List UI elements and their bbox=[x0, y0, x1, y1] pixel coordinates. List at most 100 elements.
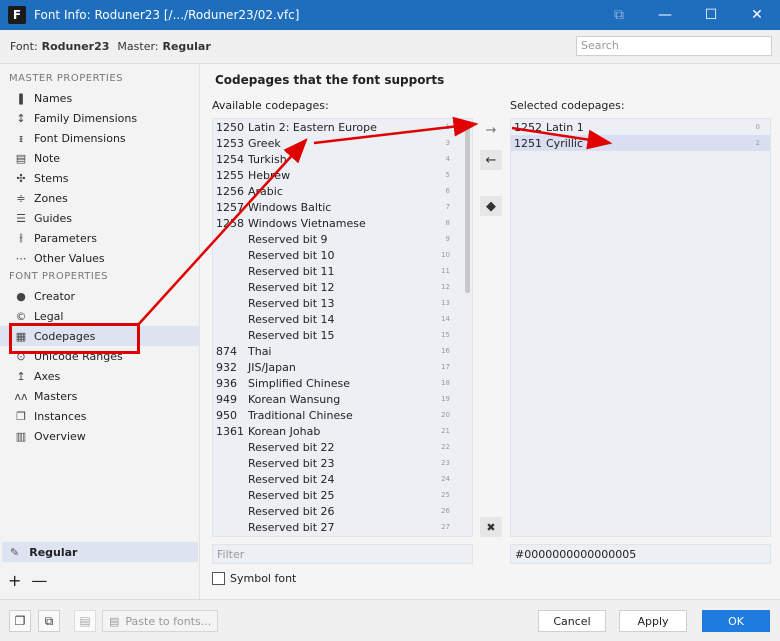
codepage-row[interactable]: 1256 Arabic 6 bbox=[213, 183, 472, 199]
codepage-bit: 1 bbox=[445, 123, 450, 131]
codepage-row[interactable]: 1257 Windows Baltic 7 bbox=[213, 199, 472, 215]
sidebar-item-zones[interactable]: ≑ Zones bbox=[0, 188, 199, 208]
codepage-bit: 17 bbox=[441, 363, 450, 371]
sidebar-item-label: Masters bbox=[34, 389, 78, 403]
masters-icon: ʌʌ bbox=[14, 389, 28, 403]
ok-button[interactable]: OK bbox=[702, 610, 770, 632]
sidebar-item-other-values[interactable]: ⋯ Other Values bbox=[0, 248, 199, 268]
codepage-bit: 25 bbox=[441, 491, 450, 499]
codepage-row[interactable]: 1254 Turkish 4 bbox=[213, 151, 472, 167]
codepage-row[interactable]: 1253 Greek 3 bbox=[213, 135, 472, 151]
codepage-name: Reserved bit 22 bbox=[248, 440, 335, 454]
codepage-hex-field[interactable]: #0000000000000005 bbox=[510, 544, 771, 564]
font-master-bar: Font: Roduner23 Master: Regular Search bbox=[0, 30, 780, 64]
codepage-row[interactable]: Reserved bit 14 14 bbox=[213, 311, 472, 327]
legal-icon: © bbox=[15, 309, 27, 323]
copy-all-icon[interactable]: ⧉ bbox=[38, 610, 60, 632]
sidebar-item-guides[interactable]: ☰ Guides bbox=[0, 208, 199, 228]
selected-codepages-list[interactable]: 1252 Latin 1 0 1251 Cyrillic 2 bbox=[510, 118, 771, 537]
codepage-code: 1254 bbox=[216, 152, 244, 166]
codepage-bit: 27 bbox=[441, 523, 450, 531]
codepage-code: 1253 bbox=[216, 136, 244, 150]
codepage-row[interactable]: Reserved bit 11 11 bbox=[213, 263, 472, 279]
sidebar-item-note[interactable]: ▤ Note bbox=[0, 148, 199, 168]
maximize-button[interactable]: ☐ bbox=[688, 0, 734, 30]
codepage-row[interactable]: 936 Simplified Chinese 18 bbox=[213, 375, 472, 391]
codepage-name: Reserved bit 11 bbox=[248, 264, 335, 278]
sidebar-item-stems[interactable]: ✣ Stems bbox=[0, 168, 199, 188]
codepage-row[interactable]: 1250 Latin 2: Eastern Europe 1 bbox=[213, 119, 472, 135]
scrollbar[interactable] bbox=[465, 123, 470, 293]
apply-button[interactable]: Apply bbox=[619, 610, 687, 632]
paste-to-fonts-label: Paste to fonts... bbox=[125, 614, 212, 628]
codepage-row[interactable]: 1258 Windows Vietnamese 8 bbox=[213, 215, 472, 231]
cancel-button[interactable]: Cancel bbox=[538, 610, 606, 632]
sidebar-item-font-dimensions[interactable]: ᵻ Font Dimensions bbox=[0, 128, 199, 148]
codepage-code: 1250 bbox=[216, 120, 244, 134]
codepage-bit: 21 bbox=[441, 427, 450, 435]
symbol-font-checkbox[interactable] bbox=[212, 572, 225, 585]
paste-icon[interactable]: ▤ bbox=[74, 610, 96, 632]
codepage-row[interactable]: 1361 Korean Johab 21 bbox=[213, 423, 472, 439]
current-master-item[interactable]: ✎ Regular bbox=[2, 542, 198, 562]
copy-icon[interactable]: ❐ bbox=[9, 610, 31, 632]
codepage-row[interactable]: 949 Korean Wansung 19 bbox=[213, 391, 472, 407]
sidebar-item-parameters[interactable]: ⫲ Parameters bbox=[0, 228, 199, 248]
sidebar-item-overview[interactable]: ▥ Overview bbox=[0, 426, 199, 446]
diamond-icon[interactable]: ◆ bbox=[480, 196, 502, 216]
codepage-row[interactable]: Reserved bit 24 24 bbox=[213, 471, 472, 487]
codepage-row[interactable]: 874 Thai 16 bbox=[213, 343, 472, 359]
filter-input[interactable]: Filter bbox=[212, 544, 473, 564]
sidebar-item-axes[interactable]: ↥ Axes bbox=[0, 366, 199, 386]
codepage-bit: 19 bbox=[441, 395, 450, 403]
sidebar-item-creator[interactable]: ● Creator bbox=[0, 286, 199, 306]
codepage-bit: 13 bbox=[441, 299, 450, 307]
symbol-font-row[interactable]: Symbol font bbox=[212, 572, 296, 585]
sidebar-item-family-dimensions[interactable]: ↕ Family Dimensions bbox=[0, 108, 199, 128]
codepage-row[interactable]: 932 JIS/Japan 17 bbox=[213, 359, 472, 375]
codepage-bit: 12 bbox=[441, 283, 450, 291]
codepage-row[interactable]: Reserved bit 15 15 bbox=[213, 327, 472, 343]
codepage-name: Hebrew bbox=[248, 168, 291, 182]
codepage-row[interactable]: 950 Traditional Chinese 20 bbox=[213, 407, 472, 423]
codepage-row[interactable]: Reserved bit 25 25 bbox=[213, 487, 472, 503]
codepage-row[interactable]: Reserved bit 26 26 bbox=[213, 503, 472, 519]
restore-icon[interactable]: ⧉ bbox=[596, 0, 642, 30]
codepage-row[interactable]: 1251 Cyrillic 2 bbox=[511, 135, 770, 151]
master-name: Regular bbox=[162, 40, 211, 53]
add-master-button[interactable]: + bbox=[8, 571, 21, 590]
codepage-row[interactable]: 1255 Hebrew 5 bbox=[213, 167, 472, 183]
codepage-row[interactable]: 1252 Latin 1 0 bbox=[511, 119, 770, 135]
remove-codepage-button[interactable]: ← bbox=[480, 150, 502, 170]
sidebar-item-label: Other Values bbox=[34, 251, 105, 265]
remove-master-button[interactable]: — bbox=[31, 571, 47, 590]
codepage-row[interactable]: Reserved bit 10 10 bbox=[213, 247, 472, 263]
codepage-row[interactable]: Reserved bit 27 27 bbox=[213, 519, 472, 535]
available-codepages-list[interactable]: 1250 Latin 2: Eastern Europe 1 1253 Greek 3 12… bbox=[212, 118, 473, 537]
note-icon: ▤ bbox=[15, 151, 27, 165]
clear-button[interactable]: ✖ bbox=[480, 517, 502, 537]
selected-codepages-label: Selected codepages: bbox=[510, 99, 625, 112]
codepage-row[interactable]: Reserved bit 23 23 bbox=[213, 455, 472, 471]
names-icon: ❚ bbox=[16, 91, 26, 105]
add-codepage-button[interactable]: → bbox=[480, 120, 502, 140]
search-input[interactable]: Search bbox=[576, 36, 772, 56]
codepage-row[interactable]: Reserved bit 13 13 bbox=[213, 295, 472, 311]
instances-icon: ❐ bbox=[16, 409, 26, 423]
paste-to-fonts-button[interactable]: ▤ Paste to fonts... bbox=[102, 610, 219, 632]
codepage-row[interactable]: Reserved bit 9 9 bbox=[213, 231, 472, 247]
font-dimensions-icon: ᵻ bbox=[18, 131, 24, 145]
codepage-name: Greek bbox=[248, 136, 281, 150]
parameters-icon: ⫲ bbox=[19, 231, 23, 244]
sidebar-item-label: Note bbox=[34, 151, 61, 165]
sidebar-item-instances[interactable]: ❐ Instances bbox=[0, 406, 199, 426]
sidebar-item-names[interactable]: ❚ Names bbox=[0, 88, 199, 108]
minimize-button[interactable]: — bbox=[642, 0, 688, 30]
codepage-name: Turkish bbox=[248, 152, 287, 166]
codepage-row[interactable]: Reserved bit 22 22 bbox=[213, 439, 472, 455]
codepage-bit: 4 bbox=[445, 155, 450, 163]
codepage-row[interactable]: Reserved bit 12 12 bbox=[213, 279, 472, 295]
sidebar-item-masters[interactable]: ʌʌ Masters bbox=[0, 386, 199, 406]
codepage-name: Reserved bit 12 bbox=[248, 280, 335, 294]
close-button[interactable]: ✕ bbox=[734, 0, 780, 30]
